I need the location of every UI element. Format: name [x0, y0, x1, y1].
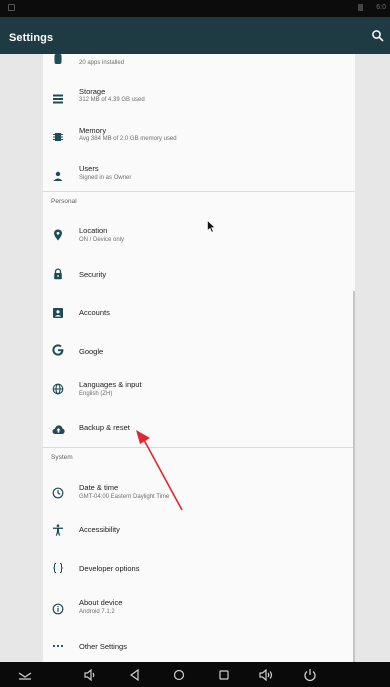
settings-item-storage[interactable]: Storage 312 MB of 4.39 GB used	[43, 80, 355, 118]
section-divider	[43, 447, 355, 448]
settings-item-backup[interactable]: Backup & reset	[43, 409, 355, 447]
search-icon[interactable]	[371, 29, 385, 43]
code-braces-icon	[50, 560, 66, 576]
settings-item-google[interactable]: Google	[43, 331, 355, 369]
battery-icon	[358, 4, 363, 11]
accounts-icon	[50, 305, 66, 321]
settings-item-accounts[interactable]: Accounts	[43, 293, 355, 331]
settings-list: 20 apps installed Storage 312 MB of 4.39…	[43, 54, 355, 662]
section-header-system: System	[51, 454, 73, 461]
settings-item-accessibility[interactable]: Accessibility	[43, 510, 355, 548]
recents-icon[interactable]	[216, 667, 232, 683]
scrollbar[interactable]	[353, 291, 355, 662]
status-time: 6:0	[376, 4, 386, 11]
mouse-cursor-icon	[207, 220, 216, 233]
home-icon[interactable]	[171, 667, 187, 683]
settings-item-subtitle: Signed in as Owner	[79, 175, 132, 181]
power-icon[interactable]	[302, 667, 318, 683]
apps-icon	[50, 54, 66, 68]
settings-item-languages[interactable]: Languages & input English (ZH)	[43, 369, 355, 409]
settings-item-apps[interactable]: 20 apps installed	[43, 54, 355, 76]
lock-icon	[50, 266, 66, 282]
app-bar: Settings	[0, 17, 390, 54]
person-icon	[50, 168, 66, 184]
settings-item-memory[interactable]: Memory Avg 384 MB of 2.0 GB memory used	[43, 118, 355, 156]
settings-item-subtitle: English (ZH)	[79, 391, 113, 397]
section-header-personal: Personal	[51, 198, 77, 205]
settings-item-subtitle: ON / Device only	[79, 237, 125, 243]
settings-item-title: Users	[79, 164, 99, 173]
settings-item-users[interactable]: Users Signed in as Owner	[43, 156, 355, 192]
settings-item-title: Developer options	[79, 564, 140, 573]
settings-item-title: Memory	[79, 126, 107, 135]
navigation-bar	[0, 662, 390, 687]
section-divider	[43, 191, 355, 192]
settings-item-developer-options[interactable]: Developer options	[43, 548, 355, 586]
settings-item-about-device[interactable]: About device Android 7.1.2	[43, 586, 355, 626]
page-title: Settings	[9, 32, 54, 44]
settings-item-subtitle: 20 apps installed	[79, 60, 125, 66]
settings-item-title: Security	[79, 270, 107, 279]
google-icon	[50, 342, 66, 358]
settings-item-title: Languages & input	[79, 380, 142, 389]
settings-item-title: Google	[79, 347, 104, 356]
back-icon[interactable]	[127, 667, 143, 683]
settings-item-subtitle: Avg 384 MB of 2.0 GB memory used	[79, 136, 177, 142]
settings-item-title: About device	[79, 598, 123, 607]
status-bar: 6:0	[0, 0, 390, 17]
settings-item-other-settings[interactable]: Other Settings	[43, 626, 355, 662]
settings-item-title: Location	[79, 226, 108, 235]
settings-item-subtitle: Android 7.1.2	[79, 609, 115, 615]
annotation-arrow-icon	[136, 430, 183, 511]
settings-item-location[interactable]: Location ON / Device only	[43, 214, 355, 254]
settings-item-title: Storage	[79, 87, 106, 96]
accessibility-icon	[50, 522, 66, 538]
clock-icon	[50, 485, 66, 501]
settings-item-date-time[interactable]: Date & time GMT-04:00 Eastern Daylight T…	[43, 470, 355, 510]
settings-item-title: Other Settings	[79, 642, 127, 651]
settings-item-title: Accounts	[79, 308, 110, 317]
settings-item-title: Backup & reset	[79, 423, 130, 432]
settings-item-security[interactable]: Security	[43, 254, 355, 293]
cloud-upload-icon	[50, 421, 66, 437]
volume-down-icon[interactable]	[82, 667, 98, 683]
globe-icon	[50, 381, 66, 397]
settings-item-subtitle: 312 MB of 4.39 GB used	[79, 97, 145, 103]
volume-up-icon[interactable]	[258, 667, 274, 683]
storage-icon	[50, 91, 66, 107]
notification-icon	[8, 4, 15, 11]
settings-item-title: Date & time	[79, 483, 119, 492]
chevron-down-icon[interactable]	[17, 667, 33, 683]
location-icon	[50, 227, 66, 243]
info-icon	[50, 601, 66, 617]
more-dots-icon	[50, 638, 66, 654]
memory-icon	[50, 129, 66, 145]
settings-item-title: Accessibility	[79, 525, 120, 534]
